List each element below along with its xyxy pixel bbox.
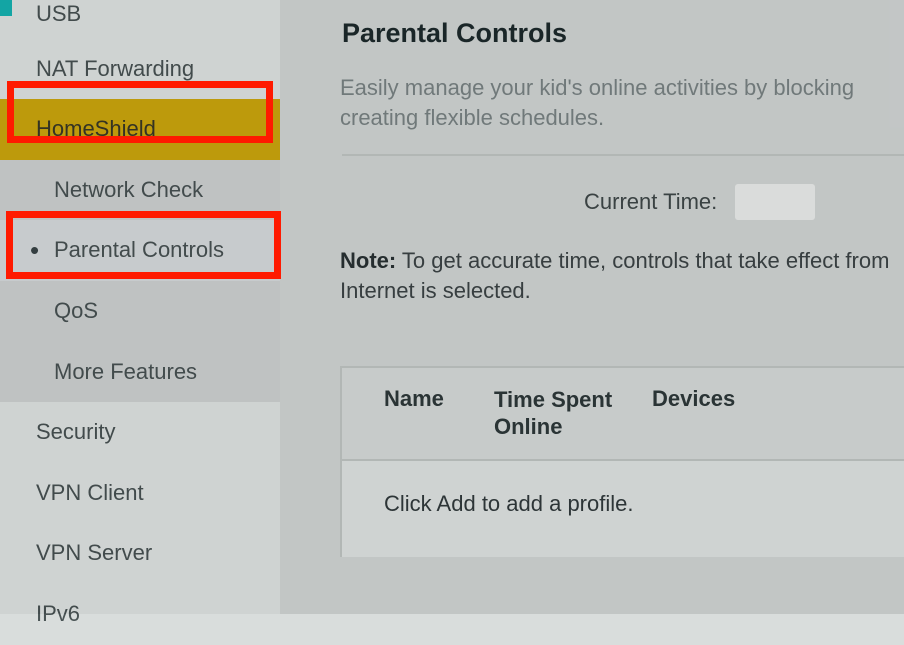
- table-header-devices: Devices: [652, 386, 904, 441]
- sidebar-item-label: Network Check: [54, 177, 203, 202]
- sidebar: USB NAT Forwarding HomeShield Network Ch…: [0, 0, 280, 614]
- sidebar-item-label: Parental Controls: [54, 237, 224, 262]
- profiles-table: Name Time Spent Online Devices Click Add…: [340, 366, 904, 557]
- sidebar-item-label: VPN Client: [36, 480, 144, 505]
- sidebar-item-label: Security: [36, 419, 115, 444]
- sidebar-item-label: IPv6: [36, 601, 80, 626]
- sidebar-item-ipv6[interactable]: IPv6: [0, 584, 280, 645]
- sidebar-item-parental-controls[interactable]: Parental Controls: [0, 220, 280, 281]
- sidebar-item-label: HomeShield: [36, 116, 156, 141]
- page-title: Parental Controls: [342, 18, 904, 49]
- sidebar-item-label: QoS: [54, 298, 98, 323]
- note-body: To get accurate time, controls that take…: [340, 248, 889, 303]
- sidebar-item-label: USB: [36, 1, 81, 26]
- table-header-time: Time Spent Online: [494, 386, 652, 441]
- table-empty-text: Click Add to add a profile.: [384, 491, 633, 516]
- main-content: Parental Controls Easily manage your kid…: [280, 0, 904, 614]
- sidebar-item-vpn-client[interactable]: VPN Client: [0, 463, 280, 524]
- sidebar-item-network-check[interactable]: Network Check: [0, 160, 280, 221]
- table-header-name: Name: [342, 386, 494, 441]
- sidebar-item-security[interactable]: Security: [0, 402, 280, 463]
- sidebar-item-vpn-server[interactable]: VPN Server: [0, 523, 280, 584]
- current-time-value: [735, 184, 815, 220]
- table-header-row: Name Time Spent Online Devices: [342, 368, 904, 461]
- sidebar-item-label: VPN Server: [36, 540, 152, 565]
- note-text: Note: To get accurate time, controls tha…: [340, 246, 904, 305]
- current-time-row: Current Time:: [340, 184, 904, 220]
- sidebar-item-more-features[interactable]: More Features: [0, 342, 280, 403]
- table-empty-row: Click Add to add a profile.: [342, 461, 904, 557]
- section-divider: [342, 154, 904, 156]
- sidebar-item-nat-forwarding[interactable]: NAT Forwarding: [0, 39, 280, 100]
- current-time-label: Current Time:: [584, 189, 717, 215]
- sidebar-item-homeshield[interactable]: HomeShield: [0, 99, 280, 160]
- note-label: Note:: [340, 248, 396, 273]
- sidebar-item-qos[interactable]: QoS: [0, 281, 280, 342]
- sidebar-item-label: NAT Forwarding: [36, 56, 194, 81]
- page-description: Easily manage your kid's online activiti…: [340, 73, 904, 132]
- sidebar-item-label: More Features: [54, 359, 197, 384]
- sidebar-item-usb[interactable]: USB: [0, 0, 280, 39]
